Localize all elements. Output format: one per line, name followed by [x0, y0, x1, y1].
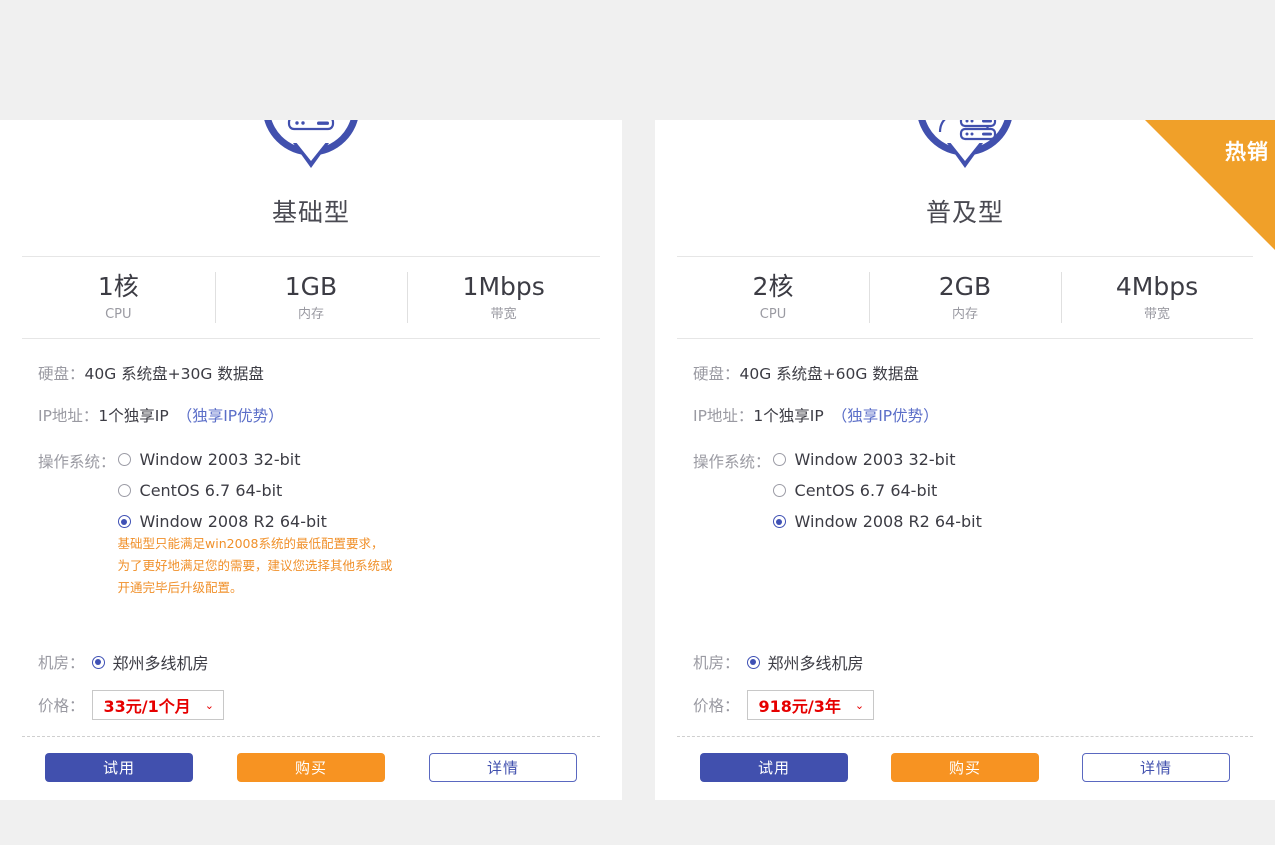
divider [677, 736, 1253, 737]
plan-card-basic[interactable]: 基础型 1核 CPU 1GB 内存 1Mbps 带宽 硬盘： 40G 系统盘+3… [0, 120, 622, 800]
detail-button[interactable]: 详情 [1082, 753, 1230, 782]
radio-icon-selected[interactable] [117, 515, 131, 529]
os-option-group: Window 2003 32-bit CentOS 6.7 64-bit Win… [772, 449, 982, 544]
plan-title: 普及型 [925, 198, 1004, 227]
room-value: 郑州多线机房 [767, 654, 864, 673]
spec-value: 4Mbps [1115, 272, 1199, 302]
ip-value: 1个独享IP [753, 407, 824, 426]
spec-value: 1核 [97, 272, 139, 302]
ip-label: IP地址： [693, 407, 754, 426]
room-value: 郑州多线机房 [112, 654, 209, 673]
spec-label: 内存 [951, 306, 978, 322]
os-option-centos[interactable]: CentOS 6.7 64-bit [117, 480, 393, 500]
os-label: 操作系统： [38, 452, 116, 471]
hot-sale-badge: 热销 [1145, 120, 1275, 250]
chevron-down-icon: ⌄ [204, 698, 214, 712]
price-label: 价格： [38, 697, 85, 715]
spec-memory: 2GB 内存 [869, 268, 1061, 326]
radio-icon[interactable] [117, 484, 131, 498]
spec-bandwidth: 4Mbps 带宽 [1061, 268, 1253, 326]
price-value: 33元/1个月 [103, 697, 191, 716]
buy-button[interactable]: 购买 [237, 753, 385, 782]
spec-value: 1GB [284, 272, 338, 302]
os-option-win2008[interactable]: Window 2008 R2 64-bit [117, 512, 393, 532]
price-line: 价格： 33元/1个月 ⌄ [38, 690, 224, 720]
os-option-label: Window 2008 R2 64-bit [794, 512, 982, 532]
room-line[interactable]: 机房： 郑州多线机房 [693, 650, 864, 674]
os-option-centos[interactable]: CentOS 6.7 64-bit [772, 480, 982, 500]
price-select[interactable]: 918元/3年 ⌄ [746, 690, 875, 720]
pricing-plans-page: 基础型 1核 CPU 1GB 内存 1Mbps 带宽 硬盘： 40G 系统盘+3… [0, 0, 1275, 845]
os-line: 操作系统： Window 2003 32-bit CentOS 6.7 64-b… [693, 450, 1251, 544]
room-label: 机房： [693, 654, 740, 672]
ip-value: 1个独享IP [98, 407, 169, 426]
spec-row: 1核 CPU 1GB 内存 1Mbps 带宽 [22, 256, 600, 339]
spec-bandwidth: 1Mbps 带宽 [407, 268, 600, 326]
spec-memory: 1GB 内存 [214, 268, 408, 326]
room-label: 机房： [38, 654, 85, 672]
ip-label: IP地址： [38, 407, 99, 426]
spec-row: 2核 CPU 2GB 内存 4Mbps 带宽 [677, 256, 1253, 339]
price-value: 918元/3年 [758, 697, 841, 716]
spec-value: 2核 [752, 272, 794, 302]
price-select[interactable]: 33元/1个月 ⌄ [91, 690, 224, 720]
disk-label: 硬盘： [38, 365, 85, 383]
ip-line: IP地址： 1个独享IP （独享IP优势） [38, 407, 598, 426]
disk-line: 硬盘： 40G 系统盘+60G 数据盘 [693, 365, 1251, 384]
spec-label: 带宽 [490, 306, 517, 322]
plan-card-popular[interactable]: 热销 普及型 2核 CPU 2GB 内存 4Mbps 带宽 硬盘： 40G 系统… [655, 120, 1275, 800]
spec-value: 2GB [938, 272, 992, 302]
ip-line: IP地址： 1个独享IP （独享IP优势） [693, 407, 1251, 426]
price-label: 价格： [693, 697, 740, 715]
server-rack-icon [259, 120, 363, 171]
radio-icon[interactable] [772, 452, 786, 466]
radio-icon-selected[interactable] [746, 655, 760, 669]
os-label: 操作系统： [693, 452, 771, 471]
os-option-win2008[interactable]: Window 2008 R2 64-bit [772, 512, 982, 532]
spec-label: CPU [105, 306, 132, 322]
buy-button[interactable]: 购买 [891, 753, 1039, 782]
os-option-label: CentOS 6.7 64-bit [139, 480, 283, 500]
os-line: 操作系统： Window 2003 32-bit CentOS 6.7 64-b… [38, 450, 598, 599]
radio-icon[interactable] [772, 484, 786, 498]
action-button-row: 试用 购买 详情 [700, 753, 1230, 782]
try-button[interactable]: 试用 [45, 753, 193, 782]
spec-value: 1Mbps [462, 272, 545, 302]
ip-advantage-link[interactable]: （独享IP优势） [832, 407, 939, 426]
disk-value: 40G 系统盘+30G 数据盘 [84, 365, 264, 383]
radio-icon-selected[interactable] [772, 515, 786, 529]
os-option-win2003[interactable]: Window 2003 32-bit [117, 449, 393, 469]
disk-label: 硬盘： [693, 365, 740, 383]
os-option-label: Window 2008 R2 64-bit [139, 512, 327, 532]
plan-title: 基础型 [271, 198, 350, 227]
ip-advantage-link[interactable]: （独享IP优势） [177, 407, 284, 426]
os-option-label: Window 2003 32-bit [139, 449, 301, 469]
os-warning-note: 基础型只能满足win2008系统的最低配置要求，为了更好地满足您的需要，建议您选… [117, 536, 393, 596]
spec-cpu: 2核 CPU [677, 268, 869, 326]
divider [22, 736, 600, 737]
spec-label: 带宽 [1143, 306, 1170, 322]
radio-icon-selected[interactable] [91, 655, 105, 669]
spec-label: CPU [759, 306, 787, 322]
disk-line: 硬盘： 40G 系统盘+30G 数据盘 [38, 365, 598, 384]
plan-details: 硬盘： 40G 系统盘+60G 数据盘 IP地址： 1个独享IP （独享IP优势… [693, 365, 1251, 543]
action-button-row: 试用 购买 详情 [45, 753, 577, 782]
user-server-icon [913, 120, 1017, 171]
spec-cpu: 1核 CPU [22, 268, 215, 326]
os-option-win2003[interactable]: Window 2003 32-bit [772, 449, 982, 469]
disk-value: 40G 系统盘+60G 数据盘 [739, 365, 919, 383]
spec-label: 内存 [298, 306, 325, 322]
room-line[interactable]: 机房： 郑州多线机房 [38, 650, 209, 674]
os-option-label: CentOS 6.7 64-bit [794, 480, 938, 500]
chevron-down-icon: ⌄ [854, 698, 865, 712]
price-line: 价格： 918元/3年 ⌄ [693, 690, 875, 720]
try-button[interactable]: 试用 [700, 753, 848, 782]
plan-details: 硬盘： 40G 系统盘+30G 数据盘 IP地址： 1个独享IP （独享IP优势… [38, 365, 598, 599]
os-option-group: Window 2003 32-bit CentOS 6.7 64-bit Win… [117, 449, 393, 599]
badge-label: 热销 [1225, 140, 1269, 164]
os-option-label: Window 2003 32-bit [794, 449, 956, 469]
detail-button[interactable]: 详情 [429, 753, 577, 782]
radio-icon[interactable] [117, 452, 131, 466]
